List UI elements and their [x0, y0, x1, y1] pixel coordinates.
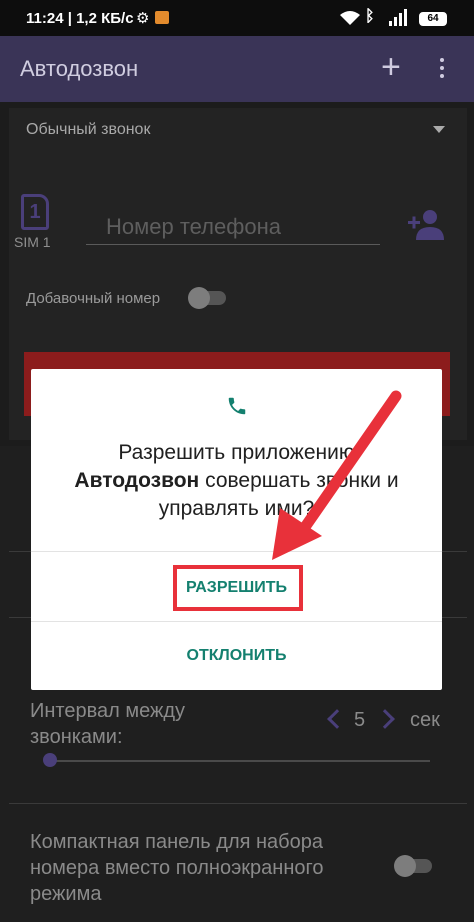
call-type-select[interactable]: Обычный звонок	[26, 121, 150, 139]
interval-unit: сек	[410, 709, 440, 731]
status-bar: 11:24 | 1,2 КБ/с ⚙ ᛒ 64	[0, 0, 474, 36]
more-options-icon[interactable]	[440, 58, 446, 82]
interval-slider-track[interactable]	[48, 760, 430, 762]
net-speed: 1,2 КБ/с	[76, 10, 134, 27]
interval-label: Интервал между звонками:	[30, 700, 186, 748]
dialog-app-name: Автодозвон	[74, 469, 200, 492]
dialog-divider	[31, 621, 442, 622]
phone-icon	[228, 397, 246, 415]
extension-label: Добавочный номер	[26, 290, 161, 307]
deny-button[interactable]: ОТКЛОНИТЬ	[31, 637, 442, 675]
dialog-divider	[31, 551, 442, 552]
status-time: 11:24 | 1,2 КБ/с	[26, 10, 134, 27]
interval-slider-handle[interactable]	[43, 753, 57, 767]
app-title: Автодозвон	[20, 56, 139, 81]
add-icon[interactable]: +	[381, 47, 401, 87]
extension-toggle[interactable]	[188, 287, 226, 309]
compact-panel-toggle[interactable]	[394, 855, 432, 877]
interval-value: 5	[354, 709, 366, 731]
signal-icon	[389, 9, 407, 26]
allow-highlight-box	[173, 565, 303, 611]
battery-icon: 64	[419, 12, 447, 26]
sim-card-icon[interactable]: 1	[21, 194, 49, 230]
phone-number-input[interactable]	[86, 209, 380, 245]
notification-icon	[155, 11, 169, 24]
bluetooth-icon: ᛒ	[365, 8, 375, 25]
add-contact-icon[interactable]	[406, 208, 446, 242]
permission-question: Разрешить приложению Автодозвон совершат…	[74, 441, 399, 520]
chevron-down-icon[interactable]	[433, 126, 445, 133]
settings-divider	[9, 803, 467, 804]
compact-panel-label: Компактная панель для набора номера вмес…	[30, 831, 324, 905]
gear-icon: ⚙	[136, 10, 150, 27]
app-bar: Автодозвон +	[0, 36, 474, 102]
wifi-icon	[340, 11, 360, 25]
sim-label: SIM 1	[14, 234, 51, 250]
permission-dialog: Разрешить приложению Автодозвон совершат…	[31, 369, 442, 690]
